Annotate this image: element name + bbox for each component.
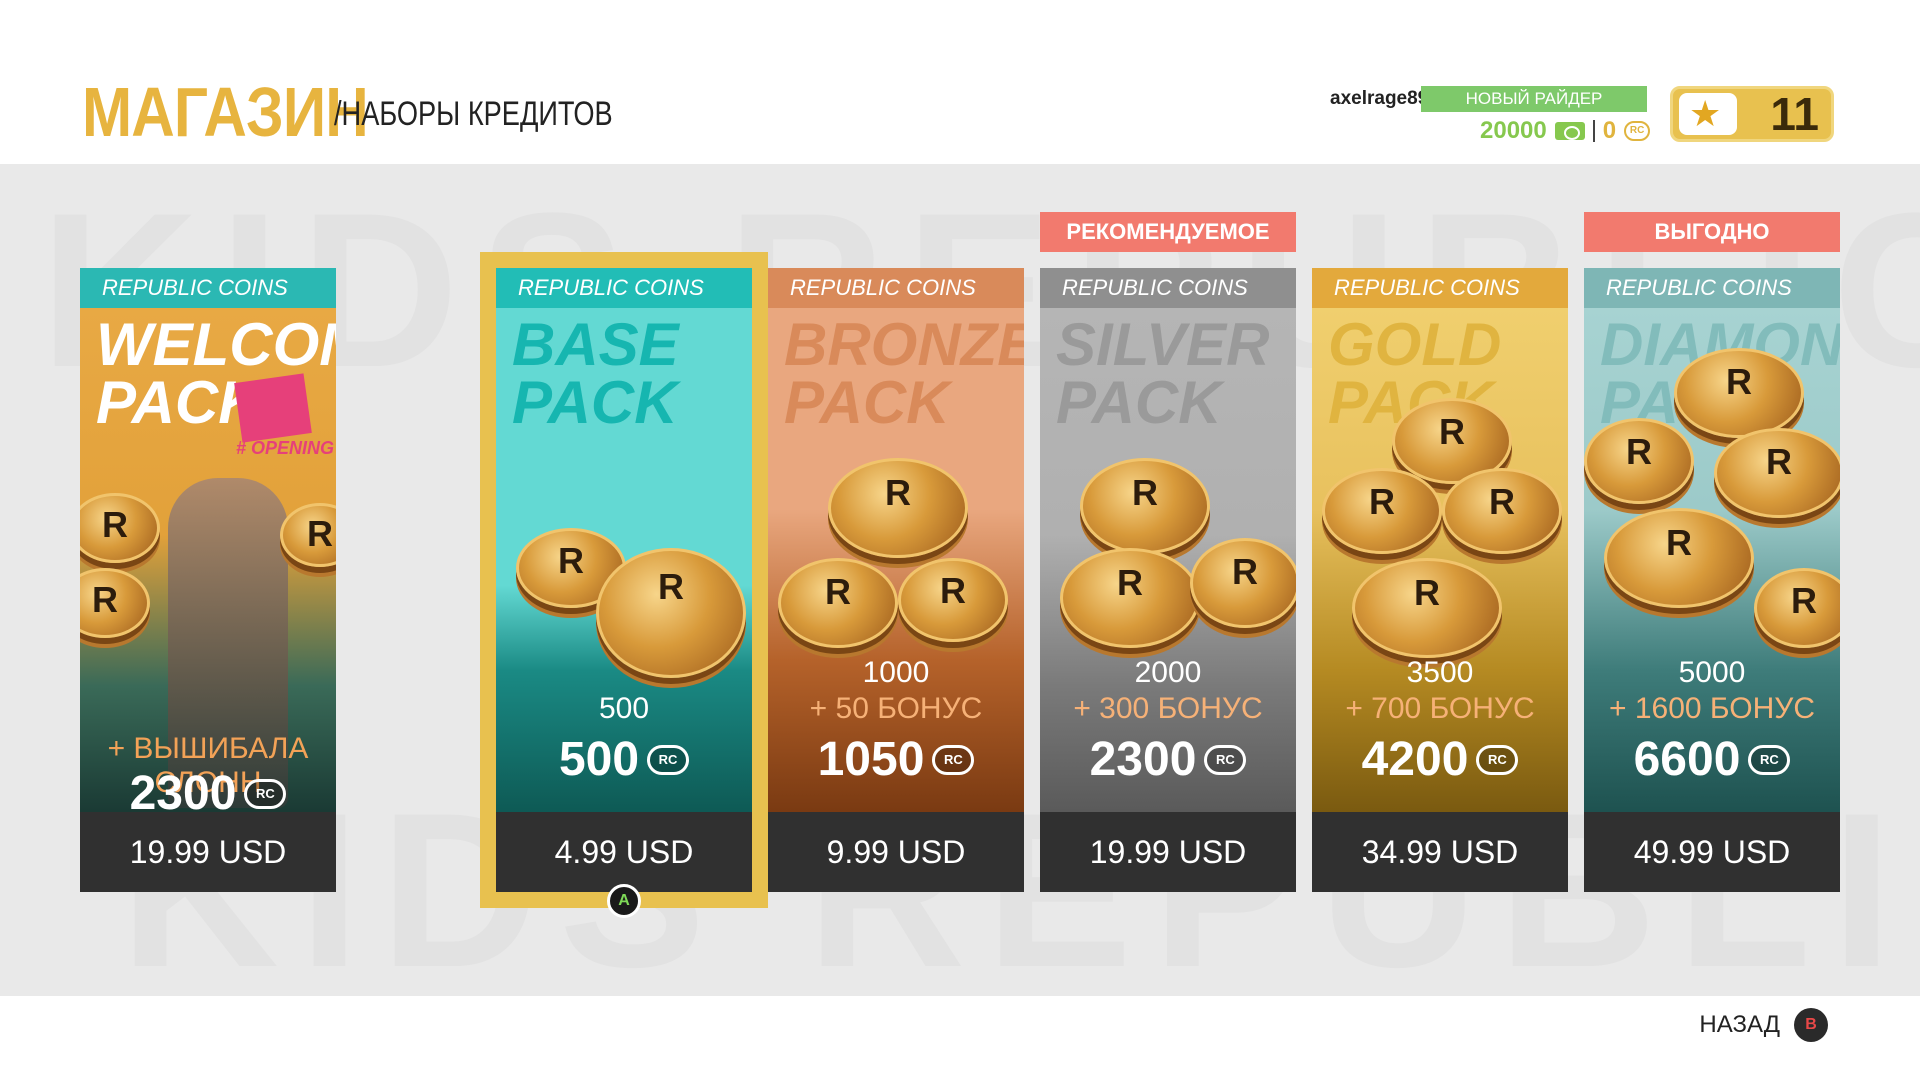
coin-icon [1322,468,1442,554]
credits-balance: 20000 [1480,117,1547,144]
pack-card-bronze[interactable]: REPUBLIC COINS BRONZE PACK 1000 + 50 БОН… [768,268,1024,892]
player-level: ★ 11 [1670,86,1834,142]
coin-icon [1754,568,1840,648]
pack-total: 2300 RC [1040,732,1296,787]
pack-art: DIAMOND PACK 5000 + 1600 БОНУС 6600 RC [1584,308,1840,812]
coin-icon [1352,558,1502,658]
pack-total: 1050 RC [768,732,1024,787]
coin-icon [1714,428,1840,518]
pack-total: 6600 RC [1584,732,1840,787]
pack-card-diamond[interactable]: REPUBLIC COINS DIAMOND PACK 5000 + 1600 … [1584,268,1840,892]
pack-price: 19.99 USD [1040,812,1296,892]
pack-category: REPUBLIC COINS [80,268,336,308]
pack-category: REPUBLIC COINS [1312,268,1568,308]
pack-category: REPUBLIC COINS [768,268,1024,308]
pack-bonus: + 50 БОНУС [809,692,983,725]
coin-icon [1060,548,1200,648]
pack-price: 9.99 USD [768,812,1024,892]
coin-icon [1080,458,1210,554]
coin-icon [1604,508,1754,608]
page-title: МАГАЗИН [82,73,369,151]
pack-name-line2: PACK [784,369,950,436]
coin-icon [1442,468,1562,554]
rc-coin-icon: RC [244,778,287,809]
pack-total-value: 4200 [1361,733,1469,786]
b-button-icon[interactable]: B [1794,1008,1828,1042]
pack-price: 49.99 USD [1584,812,1840,892]
header: МАГАЗИН /НАБОРЫ КРЕДИТОВ axelrage89 НОВЫ… [0,0,1920,164]
currency-divider [1592,120,1595,142]
pack-card-gold[interactable]: REPUBLIC COINS GOLD PACK 3500 + 700 БОНУ… [1312,268,1568,892]
pack-art: BRONZE PACK 1000 + 50 БОНУС 1050 RC [768,308,1024,812]
coin-icon [280,503,336,567]
pack-card-welcome[interactable]: REPUBLIC COINS WELCOME PACK # OPENING + … [80,268,336,892]
pack-name-line1: WELCOME [96,311,336,378]
page-subtitle: /НАБОРЫ КРЕДИТОВ [334,95,613,133]
recommended-tag: РЕКОМЕНДУЕМОЕ [1040,212,1296,252]
pack-total-value: 2300 [1089,733,1197,786]
cash-icon [1554,122,1585,140]
username: axelrage89 [1330,88,1429,109]
selection-highlight [480,252,768,908]
coin-icon [1584,418,1694,504]
pack-bonus: + 300 БОНУС [1073,692,1263,725]
pack-bonus: + 700 БОНУС [1345,692,1535,725]
pack-price: 34.99 USD [1312,812,1568,892]
pack-total-value: 1050 [817,733,925,786]
rc-coin-icon: RC [1748,744,1791,775]
currency-row: 20000 0 RC [1480,116,1651,146]
pack-total-value: 6600 [1633,733,1741,786]
pack-price: 19.99 USD [80,812,336,892]
level-star-container: ★ [1679,93,1737,135]
pack-name: SILVER PACK [1056,311,1270,436]
pack-art: SILVER PACK 2000 + 300 БОНУС 2300 RC [1040,308,1296,812]
coin-icon [1190,538,1296,628]
pack-category: REPUBLIC COINS [1040,268,1296,308]
coin-icon [828,458,968,558]
pack-bonus: + 1600 БОНУС [1608,692,1815,725]
opening-badge: # OPENING [236,438,335,458]
back-label: НАЗАД [1699,1011,1780,1038]
pack-art: WELCOME PACK # OPENING + ВЫШИБАЛА СЛОНН … [80,308,336,812]
pack-amount: 3500 [1406,656,1474,689]
rc-balance: 0 [1602,117,1617,144]
pack-art: GOLD PACK 3500 + 700 БОНУС 4200 RC [1312,308,1568,812]
pack-name-line1: GOLD [1328,311,1502,378]
coin-icon [80,568,150,638]
rank-badge: НОВЫЙ РАЙДЕР [1421,86,1647,112]
pack-name-line1: BRONZE [784,311,1024,378]
coin-icon [1674,348,1804,438]
coin-icon [80,493,160,563]
pack-total: 2300 RC [80,766,336,812]
pack-amount: 5000 [1678,656,1746,689]
pack-name: BRONZE PACK [784,311,1024,436]
coin-icon [898,558,1008,642]
rc-coin-icon: RC [932,744,975,775]
pack-total-value: 2300 [129,767,237,812]
a-button-icon[interactable]: A [607,884,641,918]
pack-category: REPUBLIC COINS [1584,268,1840,308]
pack-amount: 1000 [862,656,930,689]
pack-card-silver[interactable]: REPUBLIC COINS SILVER PACK 2000 + 300 БО… [1040,268,1296,892]
pack-total: 4200 RC [1312,732,1568,787]
rc-coin-icon: RC [1476,744,1519,775]
rc-coin-icon: RC [1624,121,1651,141]
level-number: 11 [1770,88,1819,140]
pack-amount: 2000 [1134,656,1202,689]
coin-icon [778,558,898,648]
opening-logo [234,373,312,443]
rc-coin-icon: RC [1204,744,1247,775]
back-control[interactable]: НАЗАД B [1699,1008,1828,1042]
star-icon: ★ [1689,93,1722,134]
pack-name-line2: PACK [1056,369,1222,436]
pack-name-line1: SILVER [1056,311,1270,378]
best-value-tag: ВЫГОДНО [1584,212,1840,252]
